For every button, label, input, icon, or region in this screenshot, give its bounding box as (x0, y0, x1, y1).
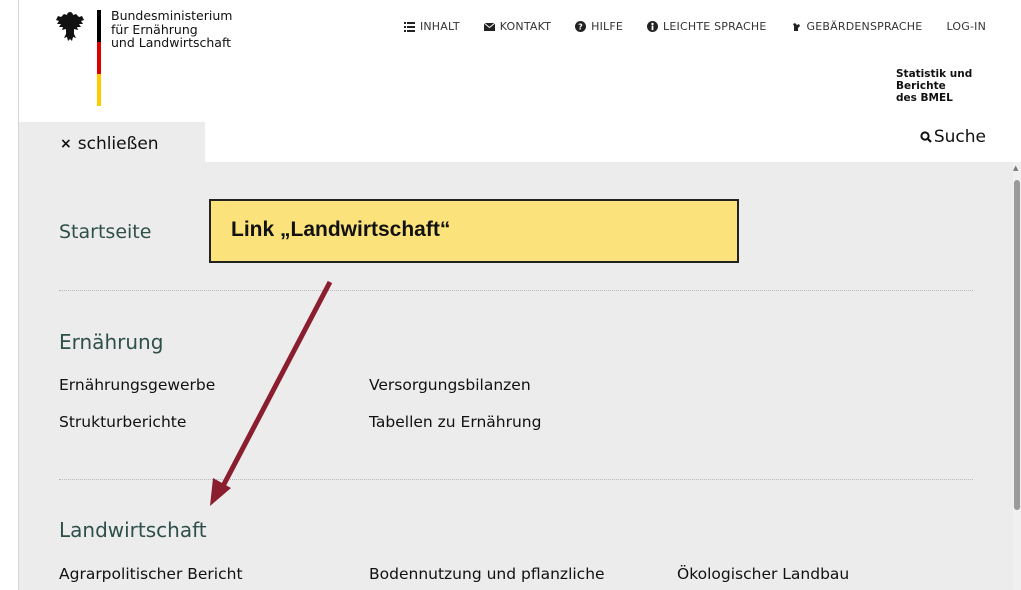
link-landwirtschaft[interactable]: Landwirtschaft (59, 518, 207, 542)
topnav-label: INHALT (419, 20, 460, 33)
top-navigation: INHALT KONTAKT ? HILFE LEICHTE SPRACHE G… (403, 20, 986, 33)
link-strukturberichte[interactable]: Strukturberichte (59, 413, 186, 431)
annotation-text: Link „Landwirtschaft“ (231, 218, 451, 241)
link-bodennutzung[interactable]: Bodennutzung und pflanzliche (369, 565, 605, 583)
close-icon: × (60, 136, 72, 152)
subtitle-line: Statistik und Berichte (896, 68, 973, 92)
search-button[interactable]: Suche (920, 127, 986, 147)
page: Bundesministerium für Ernährung und Land… (0, 0, 1021, 590)
topnav-hilfe[interactable]: ? HILFE (575, 20, 623, 33)
subtitle-line: des BMEL (896, 92, 953, 104)
ministry-line: Bundesministerium (111, 8, 233, 23)
section-divider (59, 290, 973, 291)
topnav-label: HILFE (591, 20, 624, 33)
link-ernaehrung[interactable]: Ernährung (59, 330, 163, 354)
envelope-icon (483, 22, 495, 31)
search-label: Suche (933, 127, 986, 147)
easy-language-icon (647, 21, 659, 32)
scroll-up-arrow-icon[interactable]: ▲ (1013, 164, 1018, 172)
topnav-label: LEICHTE SPRACHE (663, 20, 767, 33)
ministry-name[interactable]: Bundesministerium für Ernährung und Land… (111, 9, 232, 50)
list-icon (403, 22, 415, 32)
link-startseite[interactable]: Startseite (59, 221, 151, 243)
link-oekologischer-landbau[interactable]: Ökologischer Landbau (677, 565, 849, 583)
site-subtitle[interactable]: Statistik und Berichte des BMEL (896, 68, 984, 104)
topnav-gebaerdensprache[interactable]: GEBÄRDENSPRACHE (791, 20, 923, 33)
topnav-inhalt[interactable]: INHALT (403, 20, 460, 33)
federal-eagle-logo[interactable] (55, 10, 85, 44)
ministry-line: und Landwirtschaft (111, 35, 232, 50)
topnav-kontakt[interactable]: KONTAKT (483, 20, 552, 33)
link-versorgungsbilanzen[interactable]: Versorgungsbilanzen (369, 376, 531, 394)
close-label: schließen (77, 134, 159, 154)
close-menu-button[interactable]: × schließen (60, 134, 159, 154)
link-ernaehrungsgewerbe[interactable]: Ernährungsgewerbe (59, 376, 215, 394)
topnav-leichte-sprache[interactable]: LEICHTE SPRACHE (647, 20, 767, 33)
section-divider (59, 479, 973, 480)
sign-language-icon (792, 23, 800, 31)
link-agrarpolitischer-bericht[interactable]: Agrarpolitischer Bericht (59, 565, 243, 583)
topnav-label: GEBÄRDENSPRACHE (806, 20, 923, 33)
german-flag-bar (97, 10, 101, 106)
ministry-line: für Ernährung (111, 21, 198, 37)
scrollbar-thumb[interactable] (1014, 180, 1020, 510)
search-icon (920, 131, 932, 143)
topnav-label: KONTAKT (499, 20, 552, 33)
svg-text:?: ? (578, 23, 583, 32)
annotation-callout: Link „Landwirtschaft“ (209, 199, 739, 263)
help-icon: ? (575, 21, 587, 32)
link-tabellen-ernaehrung[interactable]: Tabellen zu Ernährung (369, 413, 541, 431)
topnav-login[interactable]: LOG-IN (946, 20, 986, 33)
topnav-label: LOG-IN (946, 20, 986, 33)
